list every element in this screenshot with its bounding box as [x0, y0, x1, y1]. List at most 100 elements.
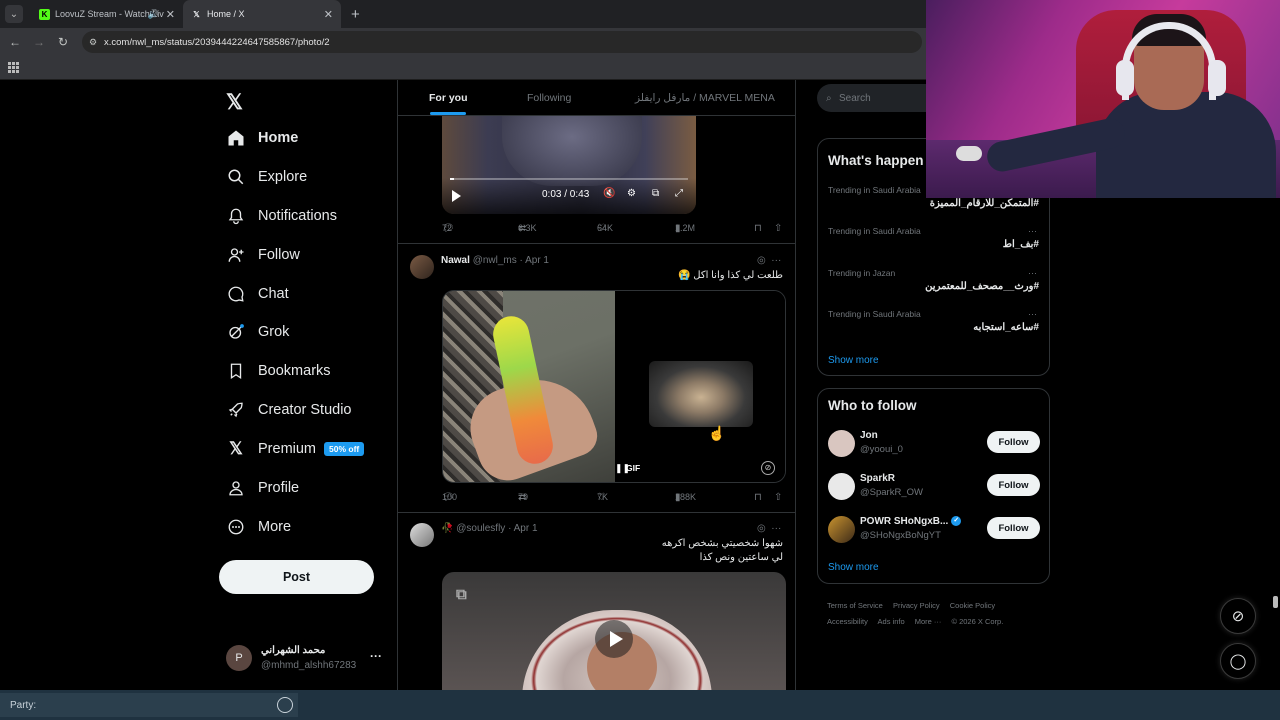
more-icon[interactable]: ···: [370, 649, 382, 663]
nav-more[interactable]: More: [226, 512, 291, 542]
more-icon[interactable]: ···: [771, 255, 781, 266]
gif-cat[interactable]: [615, 291, 785, 482]
video-player[interactable]: 0:03 / 0:43 🔇 ⚙ ⧉ ⤢: [442, 116, 696, 214]
author-name[interactable]: 🥀: [441, 523, 453, 534]
footer-link[interactable]: Accessibility: [827, 617, 868, 626]
suggested-user-name-row[interactable]: POWR SHoNgxB... ✓: [860, 516, 962, 527]
alt-text-icon[interactable]: ⊘: [761, 461, 775, 475]
post-date[interactable]: · Apr 1: [520, 255, 549, 266]
pip-icon[interactable]: ⧉: [652, 188, 659, 199]
account-switcher[interactable]: P محمد الشهراني @mhmd_alshh67283 ···: [226, 643, 386, 673]
trend-tag: #ورث__مصحف_للمعتمرين: [925, 281, 1039, 292]
suggested-user-handle[interactable]: @SparkR_OW: [860, 487, 923, 498]
post-media[interactable]: ❚❚ GIF ⊘: [442, 290, 786, 483]
party-bar[interactable]: Party:: [0, 693, 298, 717]
footer-link[interactable]: Ads info: [878, 617, 905, 626]
tab-search-dropdown[interactable]: ⌄: [5, 5, 23, 23]
view-count: 1.2M: [675, 223, 696, 233]
party-status-icon[interactable]: [277, 697, 293, 713]
grok-icon[interactable]: ◎: [757, 523, 766, 534]
fullscreen-icon[interactable]: ⤢: [675, 188, 683, 199]
avatar[interactable]: [828, 516, 855, 543]
new-tab-button[interactable]: +: [351, 6, 360, 23]
author-handle[interactable]: @soulesfly: [456, 523, 505, 534]
footer-link[interactable]: Terms of Service: [827, 601, 883, 610]
forward-icon[interactable]: →: [27, 35, 51, 49]
follow-button[interactable]: Follow: [987, 431, 1040, 453]
messages-fab[interactable]: ◯: [1220, 643, 1256, 679]
tab-x-home[interactable]: 𝕏 Home / X ✕: [183, 0, 341, 28]
post-button[interactable]: Post: [219, 560, 374, 594]
site-info-icon[interactable]: ⚙: [89, 37, 97, 48]
back-icon[interactable]: ←: [3, 35, 27, 49]
settings-icon[interactable]: ⚙: [627, 188, 636, 199]
more-icon[interactable]: ···: [1028, 268, 1037, 278]
nav-follow[interactable]: Follow: [226, 240, 300, 270]
suggested-user-handle[interactable]: @SHoNgxBoNgYT: [860, 530, 941, 541]
gif-frame: [649, 361, 753, 427]
nav-explore[interactable]: Explore: [226, 162, 307, 192]
overlay-taskbar: Party:: [0, 690, 1280, 720]
avatar[interactable]: [828, 473, 855, 500]
nav-profile[interactable]: Profile: [226, 473, 299, 503]
photo-candy[interactable]: [443, 291, 615, 482]
nav-label: Notifications: [258, 208, 337, 224]
x-icon: 𝕏: [229, 439, 243, 458]
share-icon: ⇧: [774, 492, 783, 503]
more-icon[interactable]: ···: [771, 523, 781, 534]
grok-icon[interactable]: ◎: [757, 255, 766, 266]
speaker-icon[interactable]: 🔊: [148, 9, 159, 20]
reload-icon[interactable]: ↻: [51, 35, 75, 49]
avatar[interactable]: [828, 430, 855, 457]
tab-for-you[interactable]: For you: [429, 92, 468, 104]
more-icon[interactable]: ···: [1028, 309, 1037, 319]
trends-show-more[interactable]: Show more: [828, 355, 879, 366]
nav-chat[interactable]: Chat: [226, 279, 289, 309]
who-to-follow-title: Who to follow: [828, 398, 917, 413]
nav-notifications[interactable]: Notifications: [226, 201, 337, 231]
avatar[interactable]: [410, 523, 434, 547]
post-video[interactable]: ⧉: [442, 572, 786, 690]
nav-bookmarks[interactable]: Bookmarks: [226, 356, 331, 386]
account-name: محمد الشهراني: [261, 645, 326, 656]
webcam-headset-cup: [1208, 60, 1226, 96]
post-actions: 💬︎ 100 ⇄ 79 ♡ 7K ▮ 188K ⊓ ⇧: [442, 492, 784, 506]
tab-loovuz[interactable]: K LoovuZ Stream - Watch Liv 🔊 ✕: [31, 0, 183, 28]
footer-link[interactable]: More ···: [915, 617, 942, 626]
play-icon[interactable]: [452, 190, 461, 202]
apps-grid-icon[interactable]: [8, 62, 19, 73]
footer-link[interactable]: Privacy Policy: [893, 601, 940, 610]
nav-label: More: [258, 519, 292, 535]
url-field[interactable]: ⚙ x.com/nwl_ms/status/203944422464758586…: [82, 31, 922, 53]
nav-creator-studio[interactable]: Creator Studio: [226, 395, 352, 425]
play-button[interactable]: [595, 620, 633, 658]
trend-tag: #ساعه_استجابه: [973, 322, 1039, 333]
footer-link[interactable]: Cookie Policy: [950, 601, 995, 610]
who-to-follow-show-more[interactable]: Show more: [828, 562, 879, 573]
tab-marvel-mena[interactable]: مارفل رايفلز / MARVEL MENA: [635, 92, 775, 104]
tab-following[interactable]: Following: [527, 92, 571, 104]
suggested-user-handle[interactable]: @yooui_0: [860, 444, 903, 455]
x-logo-icon[interactable]: 𝕏: [226, 90, 243, 115]
footer-links: Terms of Service Privacy Policy Cookie P…: [827, 598, 1047, 630]
close-tab-icon[interactable]: ✕: [324, 8, 333, 21]
repost-count: 6.3K: [518, 223, 537, 233]
nav-grok[interactable]: Grok: [226, 317, 289, 347]
grok-fab[interactable]: ⊘: [1220, 598, 1256, 634]
post-date[interactable]: · Apr 1: [508, 523, 537, 534]
follow-button[interactable]: Follow: [987, 517, 1040, 539]
nav-home[interactable]: Home: [226, 123, 298, 153]
avatar[interactable]: [410, 255, 434, 279]
follow-button[interactable]: Follow: [987, 474, 1040, 496]
nav-premium[interactable]: 𝕏 Premium 50% off: [226, 434, 365, 464]
suggested-user-name[interactable]: Jon: [860, 430, 878, 441]
close-tab-icon[interactable]: ✕: [166, 8, 175, 21]
author-handle[interactable]: @nwl_ms: [473, 255, 517, 266]
reply-count: 72: [442, 223, 453, 233]
suggested-user-name[interactable]: SparkR: [860, 473, 895, 484]
more-icon[interactable]: ···: [1028, 226, 1037, 236]
author-name[interactable]: Nawal: [441, 255, 470, 266]
scrollbar-thumb[interactable]: [1273, 596, 1278, 608]
grok-icon: [226, 322, 246, 342]
mute-icon[interactable]: 🔇: [603, 188, 615, 199]
